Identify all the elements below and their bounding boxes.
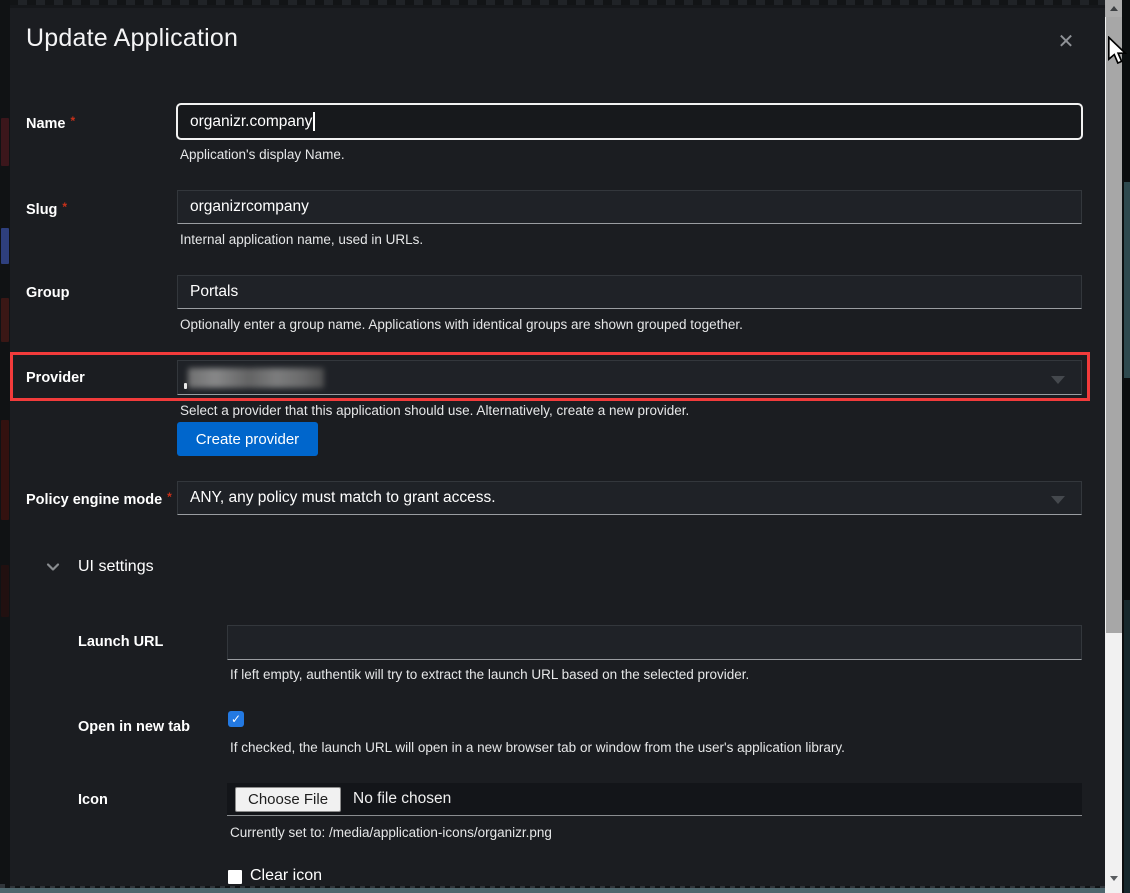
underlay-fragment xyxy=(1,565,9,617)
name-help: Application's display Name. xyxy=(180,147,345,162)
launch-url-input[interactable] xyxy=(227,625,1082,660)
provider-select-value-redacted xyxy=(188,368,324,388)
open-in-new-tab-label: Open in new tab xyxy=(78,719,190,735)
arrow-down-icon xyxy=(1110,876,1118,881)
open-in-new-tab-checkbox[interactable]: ✓ xyxy=(228,711,244,727)
launch-url-help: If left empty, authentik will try to ext… xyxy=(230,667,749,682)
group-input[interactable]: Portals xyxy=(177,275,1082,309)
screen-right-edge xyxy=(1122,0,1130,893)
screenshot-stage: Update Application ✕ Name* organizr.comp… xyxy=(0,0,1130,893)
page-top-edge xyxy=(0,0,1130,5)
scrollbar-up-button[interactable] xyxy=(1105,0,1122,17)
group-help: Optionally enter a group name. Applicati… xyxy=(180,317,743,332)
file-status-text: No file chosen xyxy=(353,790,451,808)
slug-input-value: organizrcompany xyxy=(190,198,309,216)
policy-engine-mode-value: ANY, any policy must match to grant acce… xyxy=(190,489,496,507)
scrollbar-down-button[interactable] xyxy=(1105,868,1122,888)
open-in-new-tab-help: If checked, the launch URL will open in … xyxy=(230,740,845,755)
slug-help: Internal application name, used in URLs. xyxy=(180,232,423,247)
required-asterisk: * xyxy=(62,200,67,214)
name-label: Name* xyxy=(26,114,75,132)
name-input-value: organizr.company xyxy=(190,113,312,131)
background-page-bottom-strip xyxy=(0,888,1106,893)
choose-file-button[interactable]: Choose File xyxy=(235,787,341,812)
provider-select[interactable] xyxy=(177,360,1082,395)
underlay-fragment xyxy=(1124,182,1130,378)
chevron-down-icon[interactable] xyxy=(45,559,61,575)
icon-label: Icon xyxy=(78,792,108,808)
group-label: Group xyxy=(26,285,70,301)
required-asterisk: * xyxy=(71,114,76,128)
redaction-artifact xyxy=(184,383,187,389)
ui-settings-section-header[interactable]: UI settings xyxy=(78,558,154,576)
text-caret xyxy=(313,112,315,131)
underlay-fragment xyxy=(1,228,9,264)
chevron-down-icon xyxy=(1051,496,1065,504)
policy-engine-mode-label: Policy engine mode* xyxy=(26,490,172,508)
close-icon[interactable]: ✕ xyxy=(1052,28,1080,56)
mouse-cursor-icon xyxy=(1107,36,1127,71)
group-input-value: Portals xyxy=(190,283,238,301)
name-input[interactable]: organizr.company xyxy=(176,103,1083,140)
slug-label: Slug* xyxy=(26,200,67,218)
chevron-down-icon xyxy=(1051,376,1065,384)
create-provider-button[interactable]: Create provider xyxy=(177,422,318,456)
provider-help: Select a provider that this application … xyxy=(180,403,689,418)
vertical-scrollbar[interactable] xyxy=(1105,0,1122,893)
scrollbar-thumb[interactable] xyxy=(1106,17,1122,633)
clear-icon-checkbox[interactable] xyxy=(228,870,242,884)
modal-title: Update Application xyxy=(26,24,238,53)
update-application-modal: Update Application ✕ Name* organizr.comp… xyxy=(10,8,1105,886)
launch-url-label: Launch URL xyxy=(78,634,163,650)
arrow-up-icon xyxy=(1110,6,1118,11)
icon-help: Currently set to: /media/application-ico… xyxy=(230,825,552,840)
slug-input[interactable]: organizrcompany xyxy=(177,190,1082,224)
provider-label: Provider xyxy=(26,370,85,386)
checkmark-icon: ✓ xyxy=(231,713,241,725)
background-page-left-edge xyxy=(0,0,10,893)
underlay-fragment xyxy=(1,420,9,520)
icon-file-input[interactable]: Choose File No file chosen xyxy=(227,783,1082,816)
required-asterisk: * xyxy=(167,490,172,504)
underlay-fragment xyxy=(1,118,9,166)
underlay-fragment xyxy=(1,298,9,342)
policy-engine-mode-select[interactable]: ANY, any policy must match to grant acce… xyxy=(177,481,1082,515)
underlay-fragment xyxy=(1124,600,1130,893)
clear-icon-label: Clear icon xyxy=(250,867,322,885)
